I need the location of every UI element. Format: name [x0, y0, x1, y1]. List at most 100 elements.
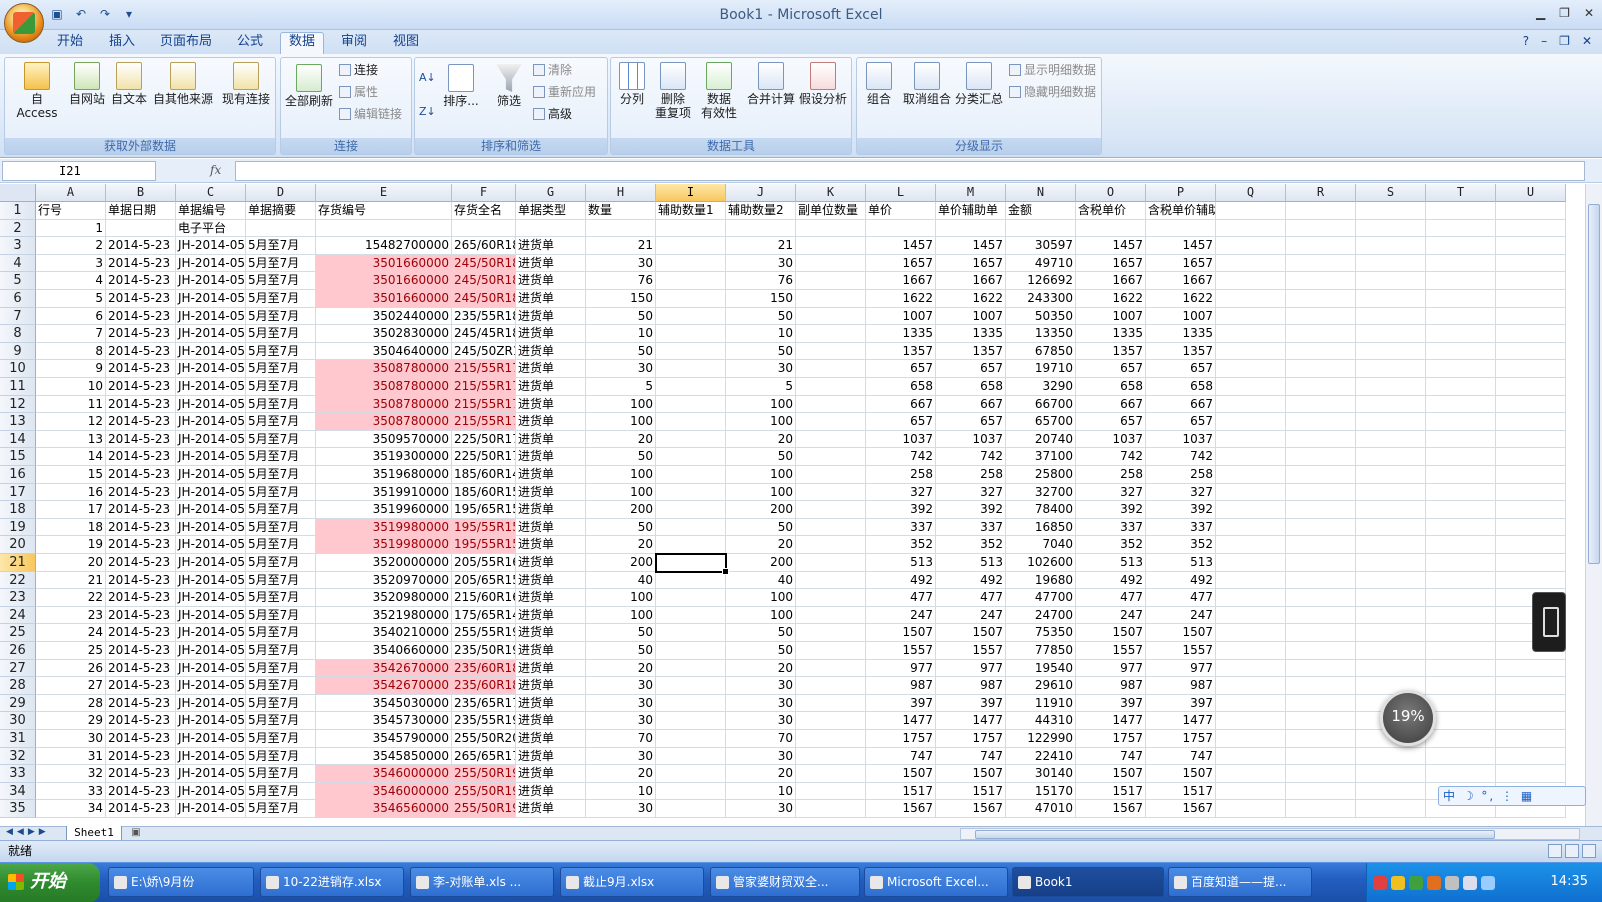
cell[interactable]: [796, 642, 866, 660]
cell[interactable]: 247: [866, 606, 936, 625]
cell[interactable]: 1457: [866, 237, 936, 255]
cell[interactable]: 2014-5-23: [106, 800, 176, 818]
cell[interactable]: [796, 536, 866, 554]
cell[interactable]: 50: [586, 518, 656, 537]
show-detail-button[interactable]: 显示明细数据: [1009, 62, 1096, 78]
cell[interactable]: [1426, 747, 1496, 766]
cell[interactable]: [1356, 518, 1426, 537]
cell[interactable]: 1507: [1146, 765, 1216, 783]
cell[interactable]: JH-2014-05-: [176, 272, 246, 290]
sort-descending-button[interactable]: Z↓: [419, 104, 436, 120]
cell[interactable]: [656, 659, 726, 678]
cell[interactable]: [1146, 219, 1216, 238]
cell[interactable]: [1496, 730, 1566, 748]
cell[interactable]: 100: [586, 413, 656, 431]
subtotal-button[interactable]: 分类汇总: [953, 62, 1005, 106]
cell[interactable]: [1496, 325, 1566, 343]
cell[interactable]: 30: [726, 254, 796, 273]
row-header[interactable]: 2: [0, 219, 36, 238]
cell[interactable]: 987: [936, 677, 1006, 695]
tray-app-icon[interactable]: [1445, 876, 1459, 890]
cell[interactable]: 2014-5-23: [106, 571, 176, 590]
tray-app-icon[interactable]: [1391, 876, 1405, 890]
cell[interactable]: [1496, 659, 1566, 678]
office-button[interactable]: [4, 3, 44, 43]
cell[interactable]: 13: [36, 430, 106, 449]
cell[interactable]: 513: [936, 554, 1006, 572]
cell[interactable]: 25800: [1006, 466, 1076, 484]
cell[interactable]: 13350: [1006, 325, 1076, 343]
cell[interactable]: [1496, 554, 1566, 572]
cell[interactable]: [1356, 342, 1426, 361]
row-header[interactable]: 28: [0, 677, 36, 695]
refresh-all-button[interactable]: 全部刷新: [283, 64, 335, 108]
cell[interactable]: 进货单: [516, 694, 586, 713]
column-header-i[interactable]: I: [656, 184, 726, 202]
cell[interactable]: 进货单: [516, 554, 586, 572]
cell[interactable]: 492: [936, 571, 1006, 590]
cell[interactable]: 258: [936, 466, 1006, 484]
cell[interactable]: 258: [1146, 466, 1216, 484]
cell[interactable]: 492: [1146, 571, 1216, 590]
cell[interactable]: 20: [36, 554, 106, 572]
cell[interactable]: JH-2014-05-: [176, 712, 246, 730]
cell[interactable]: [1496, 378, 1566, 396]
cell[interactable]: 195/55R15: [452, 536, 516, 554]
cell[interactable]: 进货单: [516, 606, 586, 625]
vertical-scrollbar[interactable]: [1585, 184, 1602, 826]
tab-home[interactable]: 开始: [50, 33, 90, 53]
cell[interactable]: [1216, 730, 1286, 748]
cell[interactable]: 667: [1146, 395, 1216, 414]
cell[interactable]: 258: [866, 466, 936, 484]
cell[interactable]: 657: [1146, 413, 1216, 431]
cell[interactable]: [1496, 395, 1566, 414]
cell[interactable]: 747: [1146, 747, 1216, 766]
cell[interactable]: 5月至7月: [246, 254, 316, 273]
cell[interactable]: [1426, 360, 1496, 378]
cell[interactable]: JH-2014-05-: [176, 642, 246, 660]
what-if-analysis-button[interactable]: 假设分析: [797, 62, 849, 106]
cell[interactable]: [656, 554, 726, 572]
column-header-j[interactable]: J: [726, 184, 796, 202]
cell[interactable]: [1216, 800, 1286, 818]
page-break-view-icon[interactable]: [1582, 844, 1596, 858]
cell[interactable]: 977: [866, 659, 936, 678]
cell[interactable]: 50350: [1006, 307, 1076, 326]
cell[interactable]: [1286, 624, 1356, 642]
cell[interactable]: 247: [936, 606, 1006, 625]
cell[interactable]: 747: [936, 747, 1006, 766]
cell[interactable]: [1356, 237, 1426, 255]
cell[interactable]: 2014-5-23: [106, 290, 176, 308]
row-header[interactable]: 32: [0, 747, 36, 766]
cell[interactable]: 26: [36, 659, 106, 678]
row-header[interactable]: 34: [0, 782, 36, 801]
taskbar-item[interactable]: 管家婆财贸双全...: [710, 867, 860, 897]
cell[interactable]: [656, 378, 726, 396]
cell[interactable]: [1426, 466, 1496, 484]
cell[interactable]: [1356, 219, 1426, 238]
cell[interactable]: [1286, 325, 1356, 343]
cell[interactable]: 单价辅助单: [936, 202, 1006, 220]
cell[interactable]: 5月至7月: [246, 712, 316, 730]
cell[interactable]: 存货全名: [452, 202, 516, 220]
cell[interactable]: 进货单: [516, 624, 586, 642]
cell[interactable]: 1567: [1076, 800, 1146, 818]
cell[interactable]: 5: [36, 290, 106, 308]
cell[interactable]: 2014-5-23: [106, 237, 176, 255]
cell[interactable]: [1496, 466, 1566, 484]
cell[interactable]: [1496, 694, 1566, 713]
cell[interactable]: 245/50R18: [452, 290, 516, 308]
advanced-filter-button[interactable]: 高级: [533, 106, 572, 122]
cell[interactable]: 5月至7月: [246, 360, 316, 378]
cell[interactable]: JH-2014-05-: [176, 730, 246, 748]
cell[interactable]: 2014-5-23: [106, 325, 176, 343]
cell[interactable]: 20: [586, 536, 656, 554]
cell[interactable]: 337: [1146, 518, 1216, 537]
tab-insert[interactable]: 插入: [102, 33, 142, 53]
cell[interactable]: [1286, 712, 1356, 730]
cell[interactable]: 进货单: [516, 272, 586, 290]
cell[interactable]: [1286, 730, 1356, 748]
cell[interactable]: 245/50R18: [452, 272, 516, 290]
cell[interactable]: 1037: [866, 430, 936, 449]
taskbar-item[interactable]: Book1: [1012, 867, 1164, 897]
